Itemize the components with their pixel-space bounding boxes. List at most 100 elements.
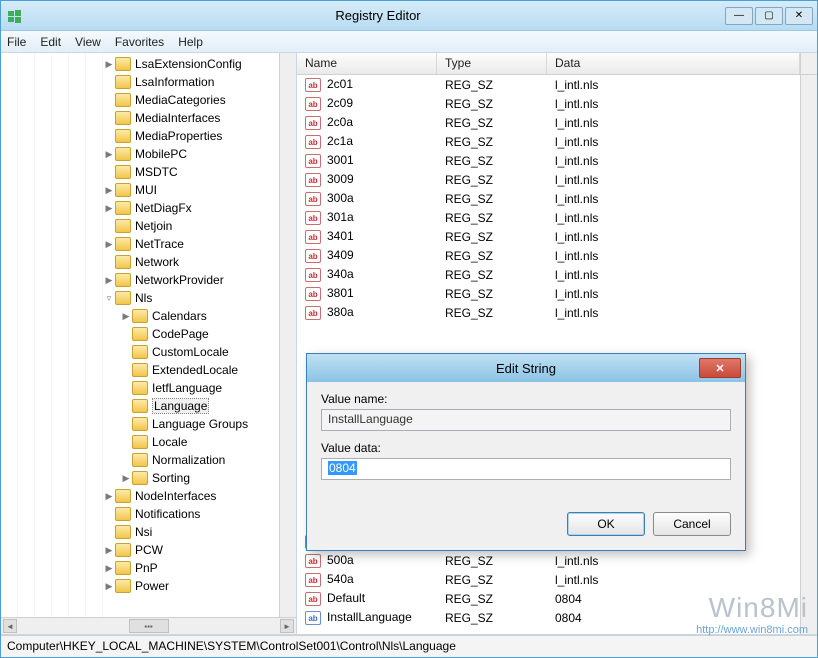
value-data-field[interactable]: 0804 <box>321 458 731 480</box>
expander-icon[interactable]: ▿ <box>103 293 115 304</box>
value-type: REG_SZ <box>437 192 547 206</box>
folder-icon <box>115 489 131 503</box>
expander-icon[interactable]: ▶ <box>103 275 115 286</box>
value-row[interactable]: ab2c01REG_SZl_intl.nls <box>297 75 800 94</box>
value-row[interactable]: ab380aREG_SZl_intl.nls <box>297 303 800 322</box>
expander-icon[interactable]: ▶ <box>103 185 115 196</box>
value-row[interactable]: ab500aREG_SZl_intl.nls <box>297 551 800 570</box>
tree-label: Language <box>152 398 209 414</box>
expander-icon[interactable]: ▶ <box>120 473 132 484</box>
tree-item-customlocale[interactable]: CustomLocale <box>1 343 279 361</box>
menubar: File Edit View Favorites Help <box>1 31 817 53</box>
value-type: REG_SZ <box>437 611 547 625</box>
tree-item-notifications[interactable]: Notifications <box>1 505 279 523</box>
value-row[interactable]: ab2c1aREG_SZl_intl.nls <box>297 132 800 151</box>
tree-item-network[interactable]: Network <box>1 253 279 271</box>
tree-item-netjoin[interactable]: Netjoin <box>1 217 279 235</box>
menu-view[interactable]: View <box>75 35 101 49</box>
menu-favorites[interactable]: Favorites <box>115 35 164 49</box>
col-header-data[interactable]: Data <box>547 53 800 74</box>
value-row[interactable]: ab3401REG_SZl_intl.nls <box>297 227 800 246</box>
tree-item-normalization[interactable]: Normalization <box>1 451 279 469</box>
value-name: 300a <box>327 191 354 205</box>
list-vscrollbar[interactable] <box>800 75 817 634</box>
tree-view[interactable]: ▶LsaExtensionConfig LsaInformation MediaCa… <box>1 53 279 617</box>
tree-item-sorting[interactable]: ▶Sorting <box>1 469 279 487</box>
tree-item-lsainformation[interactable]: LsaInformation <box>1 73 279 91</box>
tree-item-netdiagfx[interactable]: ▶NetDiagFx <box>1 199 279 217</box>
dialog-close-button[interactable]: ✕ <box>699 358 741 378</box>
tree-item-lsaextensionconfig[interactable]: ▶LsaExtensionConfig <box>1 55 279 73</box>
tree-item-codepage[interactable]: CodePage <box>1 325 279 343</box>
expander-icon[interactable]: ▶ <box>103 563 115 574</box>
expander-icon[interactable]: ▶ <box>120 311 132 322</box>
list-vscroll-top[interactable] <box>800 53 817 74</box>
value-row[interactable]: ab3001REG_SZl_intl.nls <box>297 151 800 170</box>
tree-item-extendedlocale[interactable]: ExtendedLocale <box>1 361 279 379</box>
tree-item-ietflanguage[interactable]: IetfLanguage <box>1 379 279 397</box>
tree-item-networkprovider[interactable]: ▶NetworkProvider <box>1 271 279 289</box>
close-button[interactable]: ✕ <box>785 7 813 25</box>
tree-item-power[interactable]: ▶Power <box>1 577 279 595</box>
tree-label: Notifications <box>135 507 200 521</box>
minimize-button[interactable]: — <box>725 7 753 25</box>
dialog-title: Edit String <box>496 361 556 376</box>
tree-item-mediacategories[interactable]: MediaCategories <box>1 91 279 109</box>
value-row[interactable]: ab540aREG_SZl_intl.nls <box>297 570 800 589</box>
value-data-label: Value data: <box>321 441 731 455</box>
tree-item-pcw[interactable]: ▶ PCW <box>1 541 279 559</box>
ok-button[interactable]: OK <box>567 512 645 536</box>
expander-icon[interactable]: ▶ <box>103 581 115 592</box>
tree-item-msdtc[interactable]: MSDTC <box>1 163 279 181</box>
tree-vscrollbar[interactable] <box>279 53 296 617</box>
expander-icon[interactable]: ▶ <box>103 491 115 502</box>
value-row[interactable]: ab3009REG_SZl_intl.nls <box>297 170 800 189</box>
tree-item-mediaproperties[interactable]: MediaProperties <box>1 127 279 145</box>
cancel-button[interactable]: Cancel <box>653 512 731 536</box>
value-data: l_intl.nls <box>547 116 800 130</box>
tree-item-language[interactable]: Language <box>1 397 279 415</box>
tree-item-mui[interactable]: ▶MUI <box>1 181 279 199</box>
value-row[interactable]: ab300aREG_SZl_intl.nls <box>297 189 800 208</box>
menu-file[interactable]: File <box>7 35 26 49</box>
tree-item-nodeinterfaces[interactable]: ▶NodeInterfaces <box>1 487 279 505</box>
menu-help[interactable]: Help <box>178 35 203 49</box>
dialog-titlebar[interactable]: Edit String ✕ <box>307 354 745 382</box>
value-row[interactable]: ab340aREG_SZl_intl.nls <box>297 265 800 284</box>
tree-item-pnp[interactable]: ▶PnP <box>1 559 279 577</box>
value-row[interactable]: ab2c0aREG_SZl_intl.nls <box>297 113 800 132</box>
menu-edit[interactable]: Edit <box>40 35 61 49</box>
tree-item-nettrace[interactable]: ▶NetTrace <box>1 235 279 253</box>
tree-label: PCW <box>135 543 163 557</box>
expander-icon[interactable]: ▶ <box>103 59 115 70</box>
tree-item-calendars[interactable]: ▶Calendars <box>1 307 279 325</box>
watermark-logo: Win8Mi <box>696 592 808 624</box>
tree-item-language-groups[interactable]: Language Groups <box>1 415 279 433</box>
app-icon <box>5 6 25 26</box>
tree-label: Nsi <box>135 525 152 539</box>
expander-icon[interactable]: ▶ <box>103 149 115 160</box>
tree-item-nsi[interactable]: Nsi <box>1 523 279 541</box>
expander-icon[interactable]: ▶ <box>103 545 115 556</box>
tree-item-locale[interactable]: Locale <box>1 433 279 451</box>
tree-label: LsaInformation <box>135 75 214 89</box>
tree-hscrollbar[interactable]: ◄▪▪▪► <box>1 617 296 634</box>
value-row[interactable]: ab2c09REG_SZl_intl.nls <box>297 94 800 113</box>
col-header-type[interactable]: Type <box>437 53 547 74</box>
maximize-button[interactable]: ▢ <box>755 7 783 25</box>
expander-icon[interactable]: ▶ <box>103 203 115 214</box>
titlebar[interactable]: Registry Editor — ▢ ✕ <box>1 1 817 31</box>
string-value-icon: ab <box>305 573 321 587</box>
value-row[interactable]: ab3801REG_SZl_intl.nls <box>297 284 800 303</box>
tree-label: MediaCategories <box>135 93 226 107</box>
value-type: REG_SZ <box>437 268 547 282</box>
tree-item-mediainterfaces[interactable]: MediaInterfaces <box>1 109 279 127</box>
tree-item-mobilepc[interactable]: ▶MobilePC <box>1 145 279 163</box>
value-row[interactable]: ab301aREG_SZl_intl.nls <box>297 208 800 227</box>
column-headers[interactable]: Name Type Data <box>297 53 817 75</box>
value-row[interactable]: ab3409REG_SZl_intl.nls <box>297 246 800 265</box>
col-header-name[interactable]: Name <box>297 53 437 74</box>
tree-item-nls[interactable]: ▿Nls <box>1 289 279 307</box>
folder-icon <box>115 147 131 161</box>
expander-icon[interactable]: ▶ <box>103 239 115 250</box>
